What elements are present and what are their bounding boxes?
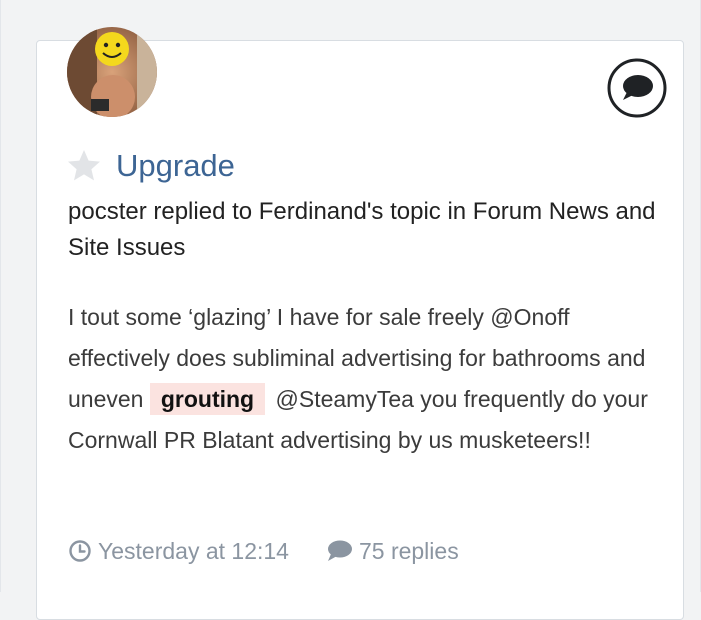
- activity-meta: Yesterday at 12:14 75 replies: [68, 534, 459, 568]
- replies-count[interactable]: 75 replies: [325, 538, 459, 565]
- search-highlight: grouting: [149, 383, 266, 415]
- replies-label: 75 replies: [358, 537, 459, 564]
- timestamp[interactable]: Yesterday at 12:14: [68, 538, 289, 565]
- activity-title-row: Upgrade: [66, 146, 235, 186]
- avatar[interactable]: [67, 27, 157, 117]
- speech-bubble-icon: [606, 57, 668, 119]
- timestamp-label: Yesterday at 12:14: [98, 537, 289, 564]
- activity-subtitle: pocster replied to Ferdinand's topic in …: [68, 198, 656, 261]
- topic-title-link[interactable]: Upgrade: [116, 146, 235, 186]
- comment-icon: [327, 540, 352, 561]
- post-excerpt: I tout some ‘glazing’ I have for sale fr…: [68, 297, 668, 461]
- clock-icon: [69, 540, 91, 562]
- star-icon: [68, 150, 100, 181]
